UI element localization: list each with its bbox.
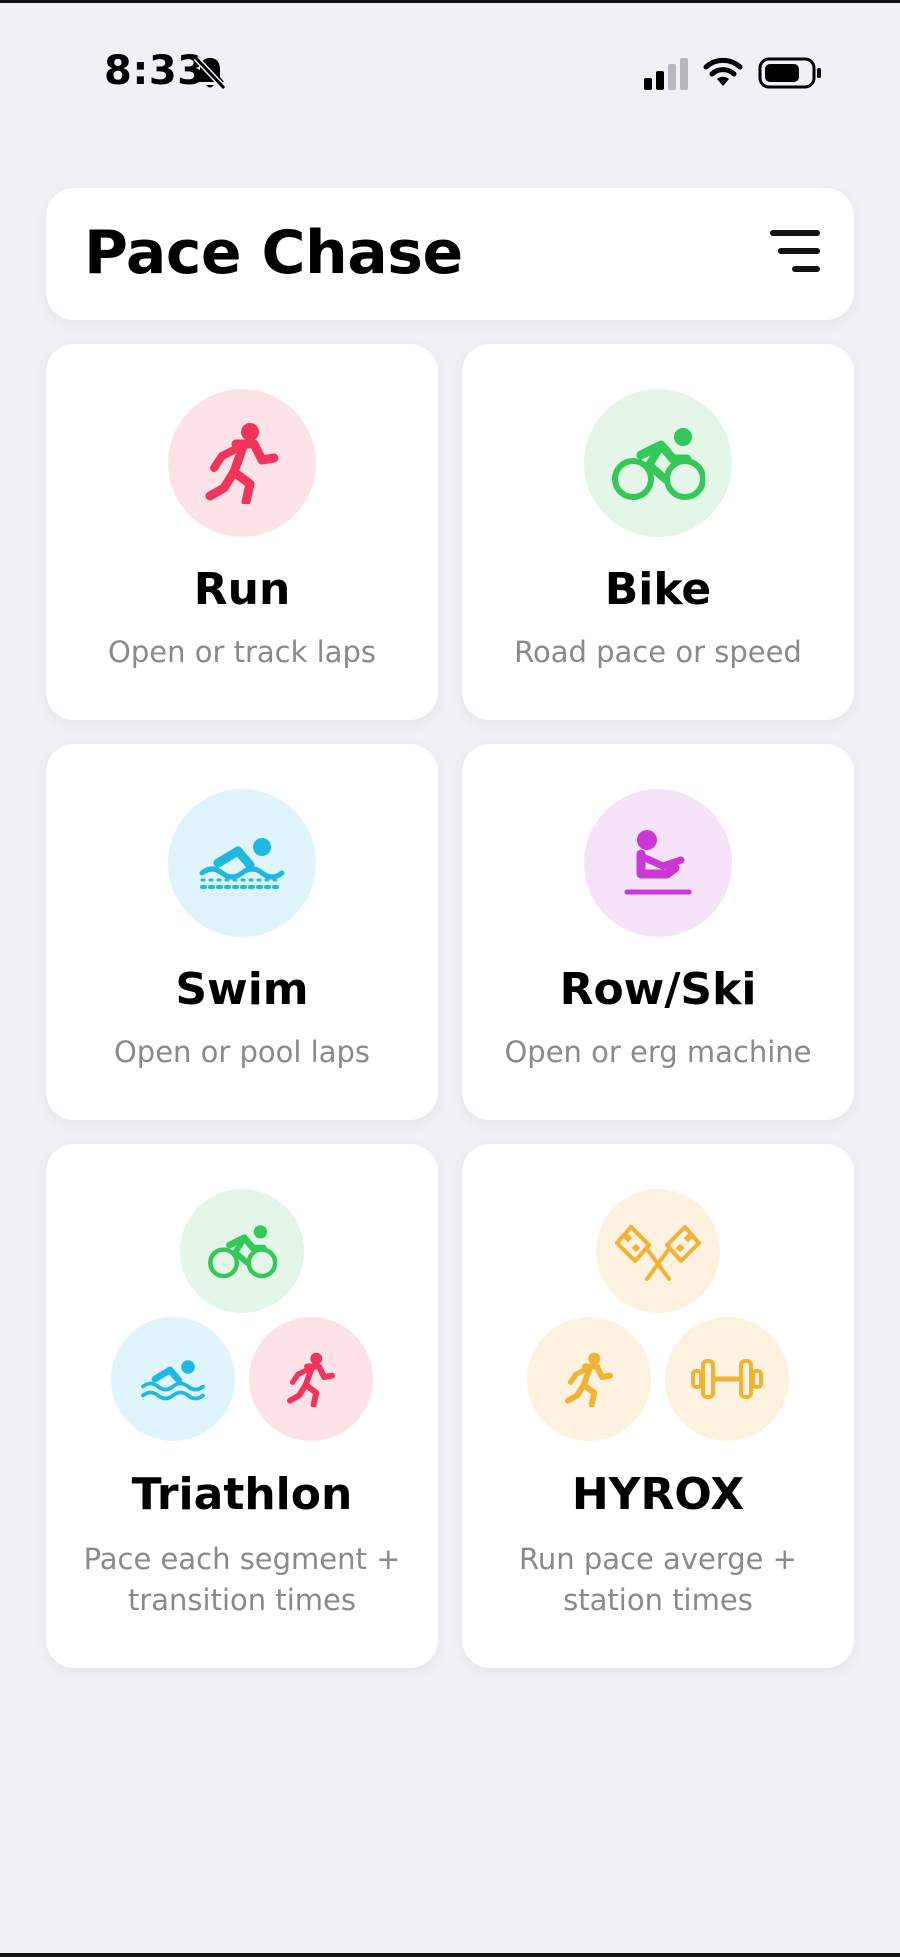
swim-card[interactable]: Swim Open or pool laps — [46, 744, 438, 1120]
swim-title: Swim — [175, 964, 309, 1015]
running-person-icon — [564, 1352, 614, 1407]
row-ski-subtitle: Open or erg machine — [504, 1035, 812, 1069]
swimmer-icon — [199, 838, 285, 889]
triathlon-bike-circle — [180, 1189, 304, 1313]
hyrox-title: HYROX — [571, 1469, 745, 1520]
triathlon-card[interactable]: Triathlon Pace each segment + transition… — [46, 1144, 438, 1668]
bike-icon-circle — [584, 389, 732, 537]
cyclist-icon — [208, 1225, 277, 1279]
cellular-signal-icon — [644, 58, 688, 90]
swimmer-icon — [141, 1360, 205, 1401]
header-card: Pace Chase — [46, 188, 854, 320]
status-time: 8:33 — [104, 48, 206, 94]
hyrox-subtitle-line2: station times — [563, 1583, 753, 1617]
hyrox-run-circle — [527, 1317, 651, 1441]
bike-card[interactable]: Bike Road pace or speed — [462, 344, 854, 720]
run-card[interactable]: Run Open or track laps — [46, 344, 438, 720]
hyrox-dumbbell-circle — [665, 1317, 789, 1441]
triathlon-swim-circle — [111, 1317, 235, 1441]
status-bar: 8:33 — [0, 0, 900, 150]
swim-subtitle: Open or pool laps — [113, 1035, 371, 1069]
swim-icon-circle — [168, 789, 316, 937]
running-person-icon — [205, 423, 279, 504]
menu-line-top — [770, 230, 820, 236]
row-ski-icon-circle — [584, 789, 732, 937]
triathlon-subtitle-line1: Pace each segment + — [83, 1542, 401, 1576]
page-title: Pace Chase — [84, 218, 463, 288]
menu-line-bottom — [792, 266, 820, 272]
triathlon-title: Triathlon — [131, 1469, 353, 1520]
run-subtitle: Open or track laps — [108, 635, 376, 669]
app-screen: 8:33 Pace Chase Run Open or track laps B… — [0, 0, 900, 1957]
running-person-icon — [286, 1352, 336, 1407]
triathlon-subtitle-line2: transition times — [127, 1583, 356, 1617]
triathlon-run-circle — [249, 1317, 373, 1441]
row-ski-title: Row/Ski — [559, 964, 757, 1015]
wifi-icon — [703, 57, 743, 86]
run-icon-circle — [168, 389, 316, 537]
cyclist-icon — [612, 428, 705, 500]
hyrox-flags-circle — [596, 1189, 720, 1313]
checkered-flags-icon — [615, 1225, 701, 1281]
bell-slash-icon — [193, 55, 227, 91]
filter-menu-button[interactable] — [766, 230, 820, 276]
battery-icon — [758, 57, 821, 89]
bike-subtitle: Road pace or speed — [514, 635, 802, 669]
menu-line-middle — [778, 248, 820, 254]
hyrox-subtitle-line1: Run pace averge + — [519, 1542, 797, 1576]
bike-title: Bike — [604, 564, 712, 615]
hyrox-card[interactable]: HYROX Run pace averge + station times — [462, 1144, 854, 1668]
dumbbell-icon — [691, 1359, 763, 1399]
run-title: Run — [193, 564, 291, 615]
row-ski-card[interactable]: Row/Ski Open or erg machine — [462, 744, 854, 1120]
rower-icon — [624, 830, 692, 895]
screen-bottom-edge — [0, 1953, 900, 1957]
